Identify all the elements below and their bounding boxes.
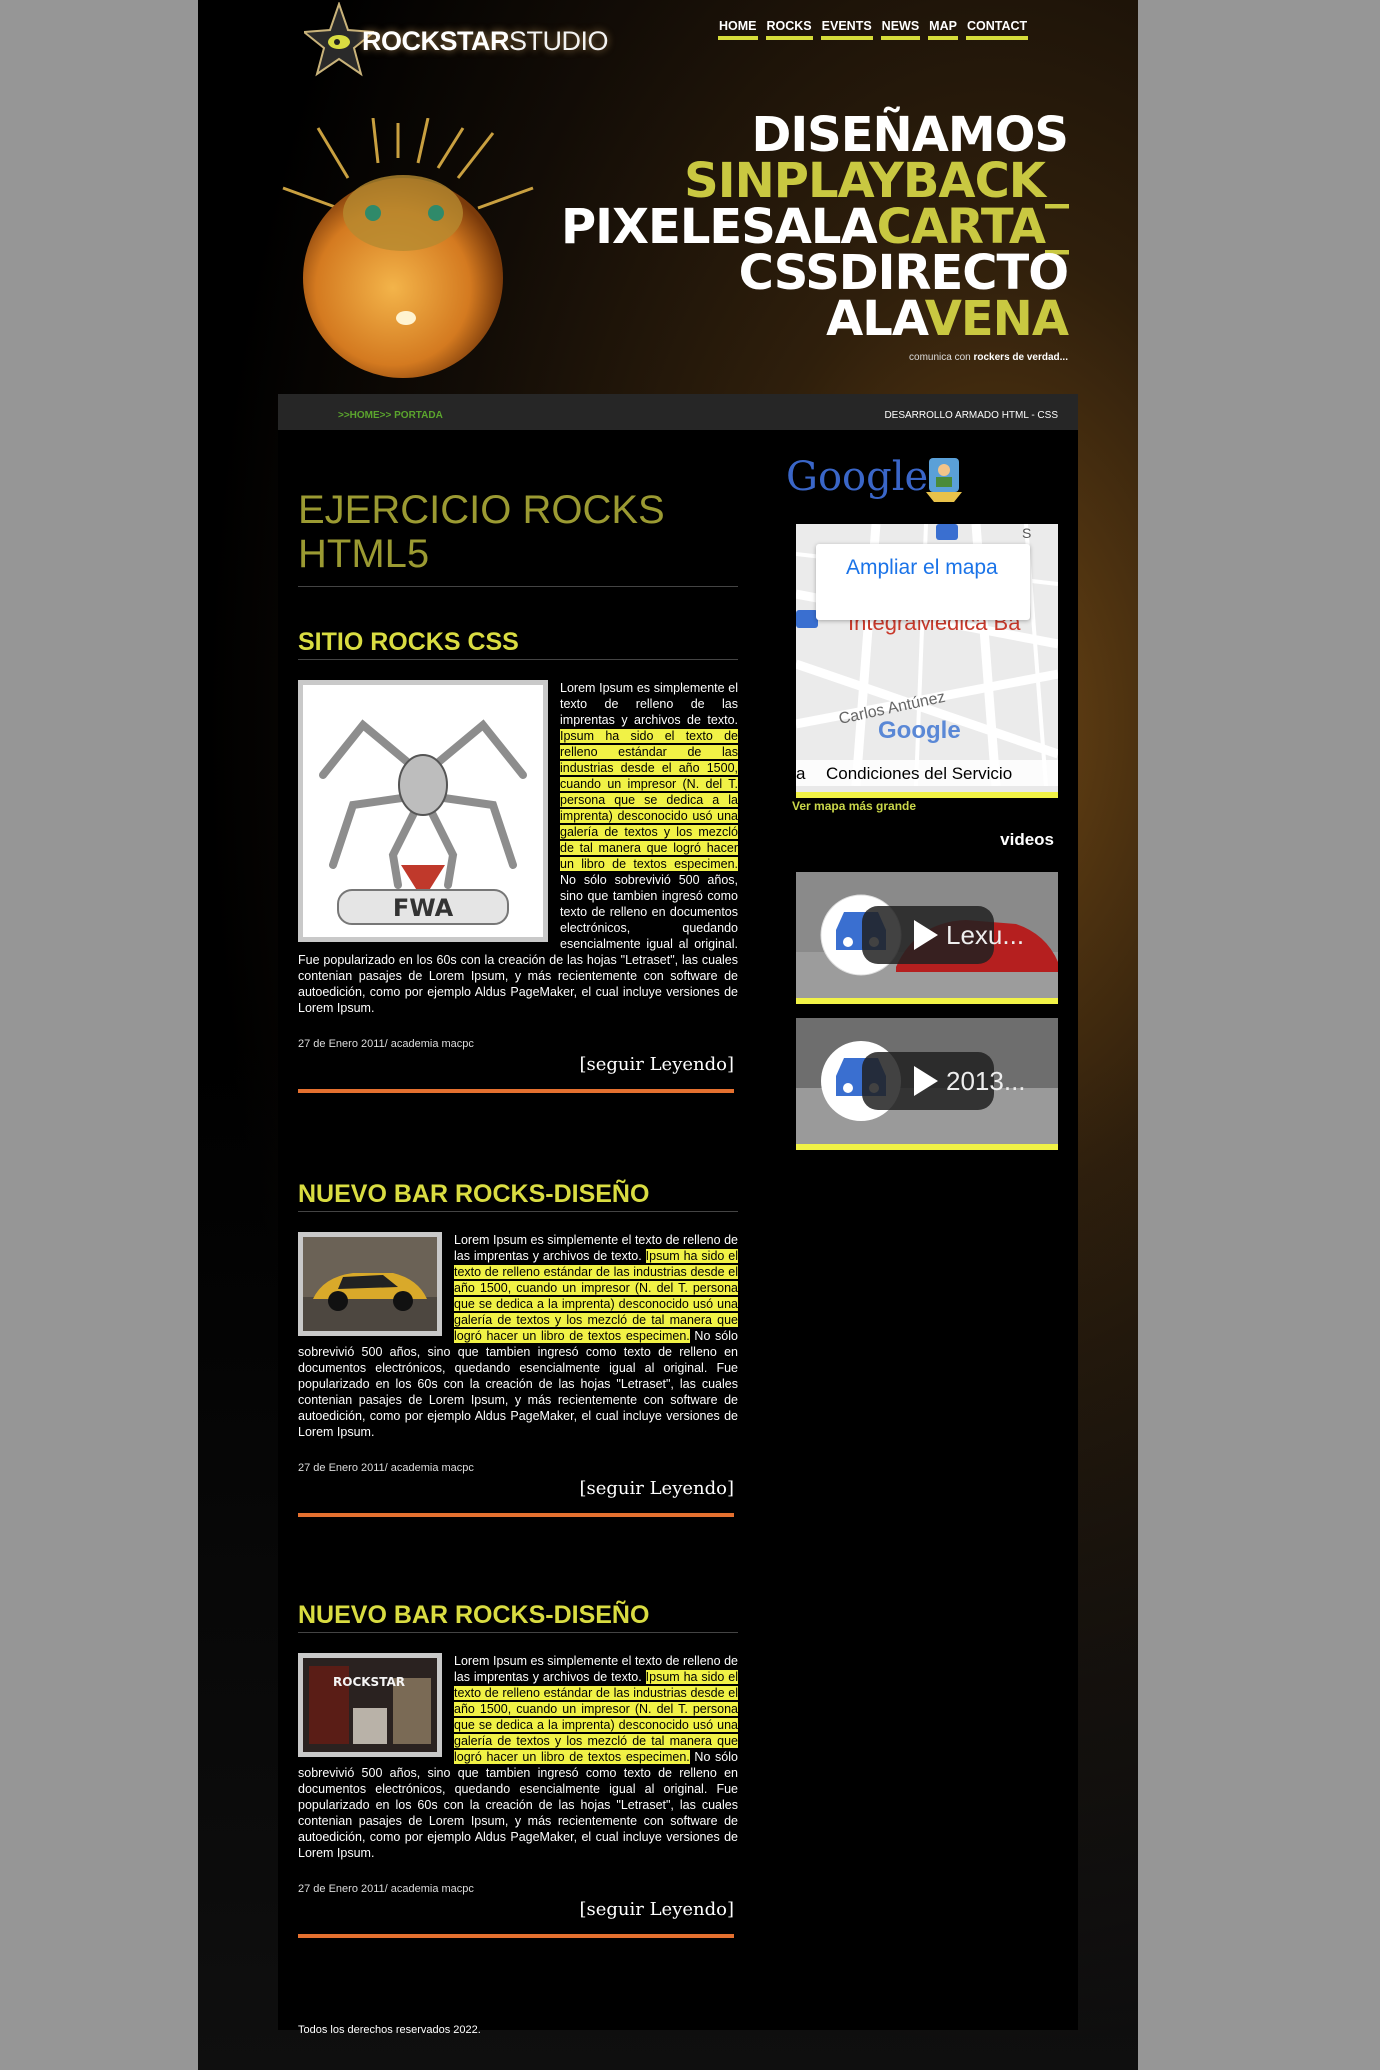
article-title: NUEVO BAR ROCKS-DISEÑO xyxy=(298,1601,738,1633)
svg-text:FWA: FWA xyxy=(393,894,454,922)
bar-interior-image: ROCKSTAR xyxy=(303,1658,437,1752)
article-title: SITIO ROCKS CSS xyxy=(298,628,738,660)
breadcrumb[interactable]: >>HOME>> PORTADA xyxy=(338,410,443,421)
article: SITIO ROCKS CSS FWA Lorem Ipsum es simpl… xyxy=(298,628,738,1093)
nav-home[interactable]: HOME xyxy=(718,19,758,40)
footer-copyright: Todos los derechos reservados 2022. xyxy=(298,2024,481,2036)
car-image xyxy=(303,1237,437,1331)
svg-text:Google: Google xyxy=(786,454,928,500)
hero-line-4: CSSDIRECTO xyxy=(738,245,1069,301)
article: NUEVO BAR ROCKS-DISEÑO ROCKSTAR Lorem Ip… xyxy=(298,1601,738,1938)
nav-rocks[interactable]: ROCKS xyxy=(765,19,813,40)
nav-contact[interactable]: CONTACT xyxy=(965,19,1029,40)
page-container: ROCKSTARSTUDIO HOME ROCKS EVENTS NEWS MA… xyxy=(198,0,1138,2070)
article-image[interactable]: FWA xyxy=(298,680,548,942)
article-separator xyxy=(298,1513,734,1517)
article-image[interactable]: ROCKSTAR xyxy=(298,1653,442,1757)
svg-text:2013...: 2013... xyxy=(946,1066,1026,1096)
nav-map[interactable]: MAP xyxy=(928,19,958,40)
article-separator xyxy=(298,1934,734,1938)
nav-events[interactable]: EVENTS xyxy=(820,19,873,40)
robot-spider-image: FWA xyxy=(303,685,543,937)
larger-map-link[interactable]: Ver mapa más grande xyxy=(792,799,916,813)
videos-heading: videos xyxy=(1000,830,1054,849)
article: NUEVO BAR ROCKS-DISEÑO Lorem Ipsum es si… xyxy=(298,1180,738,1517)
article-body: ROCKSTAR Lorem Ipsum es simplemente el t… xyxy=(298,1653,738,1860)
site-logo[interactable]: ROCKSTARSTUDIO xyxy=(304,2,609,78)
hero-line-2: SINPLAYBACK_ xyxy=(684,153,1069,209)
hero-line-5: ALAVENA xyxy=(826,291,1069,347)
svg-text:Lexu...: Lexu... xyxy=(946,920,1024,950)
nav-news[interactable]: NEWS xyxy=(880,19,921,40)
video-embed-1[interactable]: Lexu... xyxy=(796,872,1058,1004)
logo-text: ROCKSTARSTUDIO xyxy=(362,26,609,56)
expand-map-button[interactable]: Ampliar el mapa xyxy=(816,544,1030,620)
google-logo-icon: Google xyxy=(786,454,962,502)
read-more-link[interactable]: [seguir Leyendo] xyxy=(298,1899,738,1920)
google-maps-logo: Google xyxy=(786,450,976,511)
svg-text:ROCKSTAR: ROCKSTAR xyxy=(333,1675,405,1689)
article-date: 27 de Enero 2011/ academia macpc xyxy=(298,1883,474,1895)
article-image[interactable] xyxy=(298,1232,442,1336)
svg-text:Condiciones del Servicio: Condiciones del Servicio xyxy=(826,764,1012,783)
breadcrumb-subtitle: DESARROLLO ARMADO HTML - CSS xyxy=(884,410,1058,421)
read-more-link[interactable]: [seguir Leyendo] xyxy=(298,1478,738,1499)
video-thumbnail: Lexu... xyxy=(796,872,1058,998)
svg-text:Google: Google xyxy=(878,717,961,744)
hero-line-3: PIXELESALACARTA_ xyxy=(560,199,1069,255)
video-thumbnail: 2013... xyxy=(796,1018,1058,1144)
article-date: 27 de Enero 2011/ academia macpc xyxy=(298,1038,474,1050)
main-nav: HOME ROCKS EVENTS NEWS MAP CONTACT xyxy=(718,19,1029,40)
svg-text:S: S xyxy=(1022,525,1031,541)
pufferfish-image xyxy=(282,118,534,378)
article-body: Lorem Ipsum es simplemente el texto de r… xyxy=(298,1232,738,1439)
read-more-link[interactable]: [seguir Leyendo] xyxy=(298,1054,738,1075)
hero-tagline: comunica con rockers de verdad... xyxy=(909,352,1068,363)
page-title: EJERCICIO ROCKS HTML5 xyxy=(298,488,738,587)
content-panel: >>HOME>> PORTADA DESARROLLO ARMADO HTML … xyxy=(278,394,1078,2036)
svg-text:a: a xyxy=(796,764,806,783)
article-title: NUEVO BAR ROCKS-DISEÑO xyxy=(298,1180,738,1212)
article-separator xyxy=(298,1089,734,1093)
hero-slogan: DISEÑAMOS SINPLAYBACK_ PIXELESALACARTA_ … xyxy=(560,107,1069,347)
hero-line-1: DISEÑAMOS xyxy=(751,107,1069,163)
video-embed-2[interactable]: 2013... xyxy=(796,1018,1058,1150)
embedded-map[interactable]: S IntegraMédica Ba Carlos Antúnez Google… xyxy=(796,524,1058,798)
article-body: FWA Lorem Ipsum es simplemente el texto … xyxy=(298,680,738,1015)
article-date: 27 de Enero 2011/ academia macpc xyxy=(298,1462,474,1474)
breadcrumb-bar: >>HOME>> PORTADA DESARROLLO ARMADO HTML … xyxy=(278,394,1078,430)
